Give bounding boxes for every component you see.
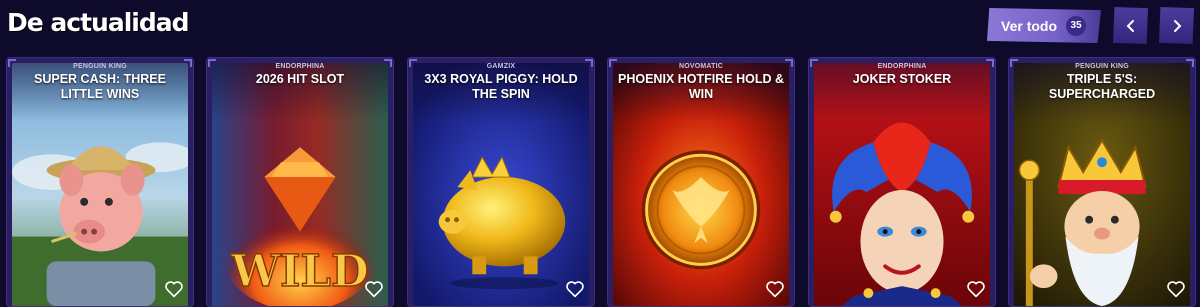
game-title: PHOENIX HOTFIRE HOLD & WIN (618, 72, 784, 101)
game-title: 2026 HIT SLOT (255, 72, 345, 86)
game-provider: GAMZIX (486, 63, 516, 70)
heart-icon[interactable] (1166, 280, 1186, 298)
game-provider: NOVOMATIC (678, 63, 724, 70)
game-title: JOKER STOKER (852, 72, 952, 86)
game-card[interactable]: PENGUIN KING TRIPLE 5'S: SUPERCHARGED (1008, 57, 1196, 307)
chevron-right-icon (1173, 19, 1181, 32)
game-provider: PENGUIN KING (73, 63, 127, 70)
game-card[interactable]: GAMZIX 3X3 ROYAL PIGGY: HOLD THE SPIN (407, 57, 595, 307)
game-provider: PENGUIN KING (1075, 63, 1129, 70)
game-provider: ENDORPHINA (877, 63, 927, 70)
see-all-label: Ver todo (1001, 17, 1058, 34)
heart-icon[interactable] (765, 280, 785, 298)
game-card[interactable]: ENDORPHINA JOKER STOKER (808, 57, 996, 307)
svg-text:WILD: WILD (230, 246, 369, 297)
heart-icon[interactable] (565, 280, 585, 298)
game-title: 3X3 ROYAL PIGGY: HOLD THE SPIN (424, 72, 578, 101)
chevron-left-icon (1126, 19, 1134, 32)
heart-icon[interactable] (364, 280, 384, 298)
game-card[interactable]: NOVOMATIC PHOENIX HOTFIRE HOLD & WIN (607, 57, 795, 307)
see-all-button[interactable]: Ver todo 35 (987, 8, 1101, 43)
game-card[interactable]: PENGUIN KING SUPER CASH: THREE LITTLE WI… (6, 57, 194, 307)
game-count-badge: 35 (1066, 15, 1087, 36)
game-title: TRIPLE 5'S: SUPERCHARGED (1048, 72, 1156, 101)
game-provider: ENDORPHINA (275, 63, 325, 70)
carousel-next-button[interactable] (1159, 7, 1194, 44)
game-title: SUPER CASH: THREE LITTLE WINS (34, 72, 166, 101)
section-title: De actualidad (7, 8, 190, 37)
heart-icon[interactable] (164, 280, 184, 298)
carousel-prev-button[interactable] (1113, 7, 1148, 44)
game-card[interactable]: WILD ENDORPHINA 2026 HIT SLOT (206, 57, 394, 307)
heart-icon[interactable] (966, 280, 986, 298)
section-header: De actualidad Ver todo 35 (0, 0, 1200, 52)
